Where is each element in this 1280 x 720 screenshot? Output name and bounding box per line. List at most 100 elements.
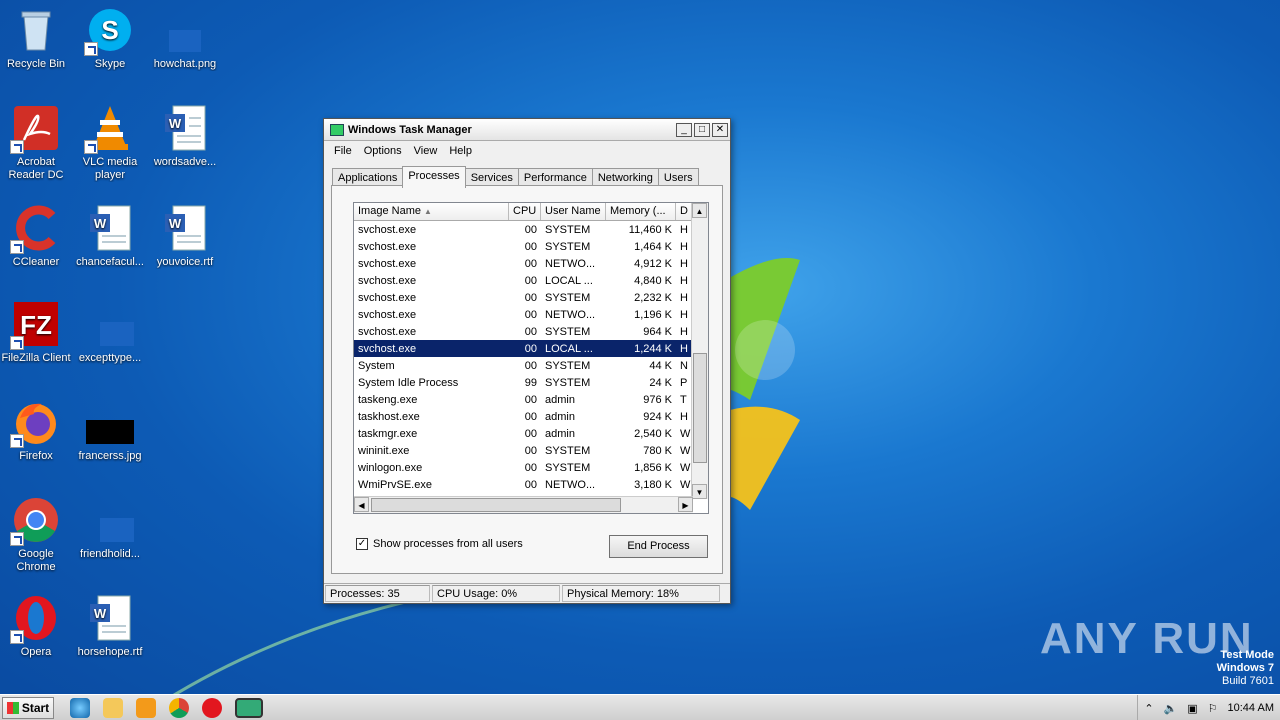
test-mode-watermark: Test Mode Windows 7 Build 7601 bbox=[1217, 649, 1274, 688]
clock[interactable]: 10:44 AM bbox=[1228, 702, 1274, 714]
menu-options[interactable]: Options bbox=[358, 145, 408, 157]
desktop-icon-chrome[interactable]: Google Chrome bbox=[0, 496, 72, 574]
desktop-icon-wordsadve[interactable]: W wordsadve... bbox=[149, 104, 221, 169]
table-row[interactable]: svchost.exe 00 SYSTEM 2,232 KH bbox=[354, 289, 693, 306]
word-document-icon: W bbox=[86, 594, 134, 642]
desktop-icon-firefox[interactable]: Firefox bbox=[0, 398, 72, 463]
menu-help[interactable]: Help bbox=[443, 145, 478, 157]
table-row[interactable]: svchost.exe 00 SYSTEM 1,464 KH bbox=[354, 238, 693, 255]
status-bar: Processes: 35 CPU Usage: 0% Physical Mem… bbox=[324, 583, 730, 603]
desktop-icon-filezilla[interactable]: FZ FileZilla Client bbox=[0, 300, 72, 365]
horizontal-scrollbar[interactable]: ◀ ▶ bbox=[354, 496, 693, 513]
desktop-icon-recycle-bin[interactable]: Recycle Bin bbox=[0, 6, 72, 71]
cell-cpu: 00 bbox=[524, 325, 537, 338]
cell-user: SYSTEM bbox=[545, 291, 591, 304]
desktop-icon-opera[interactable]: Opera bbox=[0, 594, 72, 659]
table-row[interactable]: svchost.exe 00 SYSTEM 964 KH bbox=[354, 323, 693, 340]
column-cpu[interactable]: CPU bbox=[509, 203, 541, 220]
svg-text:FZ: FZ bbox=[20, 310, 52, 340]
cell-cpu: 00 bbox=[524, 274, 537, 287]
cell-name: svchost.exe bbox=[358, 223, 417, 236]
scroll-down-icon[interactable]: ▼ bbox=[692, 484, 707, 499]
table-row[interactable]: taskmgr.exe 00 admin 2,540 KW bbox=[354, 425, 693, 442]
table-row[interactable]: taskeng.exe 00 admin 976 KT bbox=[354, 391, 693, 408]
start-button[interactable]: Start bbox=[2, 696, 54, 719]
taskbar: Start ⌃ 🔈 ▣ ⚐ 10:44 AM bbox=[0, 694, 1280, 720]
tab-processes[interactable]: Processes bbox=[402, 166, 466, 188]
desktop-icon-youvoice[interactable]: W youvoice.rtf bbox=[149, 204, 221, 269]
desktop-icon-vlc[interactable]: VLC media player bbox=[74, 104, 146, 182]
menu-file[interactable]: File bbox=[328, 145, 358, 157]
maximize-button[interactable]: □ bbox=[694, 122, 710, 137]
vertical-scrollbar[interactable]: ▲ ▼ bbox=[691, 203, 708, 499]
task-manager-taskbar-icon[interactable] bbox=[235, 697, 263, 718]
desktop-icon-howchat[interactable]: howchat.png bbox=[149, 6, 221, 71]
internet-explorer-icon[interactable] bbox=[70, 697, 90, 718]
shortcut-arrow-icon bbox=[10, 532, 24, 546]
scroll-right-icon[interactable]: ▶ bbox=[678, 497, 693, 512]
show-all-users-checkbox[interactable]: ✓ Show processes from all users bbox=[356, 538, 523, 550]
desktop-icon-horsehope[interactable]: W horsehope.rtf bbox=[74, 594, 146, 659]
end-process-button[interactable]: End Process bbox=[609, 535, 708, 558]
cell-user: admin bbox=[545, 427, 575, 440]
media-player-icon[interactable] bbox=[136, 697, 156, 718]
checkbox-checked-icon[interactable]: ✓ bbox=[356, 538, 368, 550]
network-icon[interactable]: ▣ bbox=[1187, 702, 1197, 715]
column-memory[interactable]: Memory (... bbox=[606, 203, 676, 220]
table-row[interactable]: svchost.exe 00 NETWO... 1,196 KH bbox=[354, 306, 693, 323]
cell-mem: 976 K bbox=[643, 393, 672, 406]
cell-cpu: 00 bbox=[524, 240, 537, 253]
cell-name: svchost.exe bbox=[358, 342, 417, 355]
vertical-scroll-thumb[interactable] bbox=[693, 353, 707, 463]
table-row[interactable]: svchost.exe 00 LOCAL ... 1,244 KH bbox=[354, 340, 693, 357]
desktop-icon-francerss[interactable]: francerss.jpg bbox=[74, 398, 146, 463]
cell-name: System bbox=[358, 359, 395, 372]
acrobat-icon bbox=[10, 104, 60, 154]
svg-text:W: W bbox=[169, 216, 182, 231]
desktop-icon-friendholid[interactable]: friendholid... bbox=[74, 496, 146, 561]
column-image-name[interactable]: Image Name ▲ bbox=[354, 203, 509, 220]
process-list[interactable]: Image Name ▲ CPU User Name Memory (... D… bbox=[353, 202, 709, 514]
table-row[interactable]: winlogon.exe 00 SYSTEM 1,856 KW bbox=[354, 459, 693, 476]
cell-user: admin bbox=[545, 410, 575, 423]
close-button[interactable]: ✕ bbox=[712, 122, 728, 137]
shortcut-arrow-icon bbox=[84, 140, 98, 154]
table-row[interactable]: WmiPrvSE.exe 00 NETWO... 3,180 KW bbox=[354, 476, 693, 493]
opera-taskbar-icon[interactable] bbox=[202, 697, 222, 718]
desktop-icon-acrobat[interactable]: Acrobat Reader DC bbox=[0, 104, 72, 182]
cell-user: LOCAL ... bbox=[545, 342, 593, 355]
table-row[interactable]: System 00 SYSTEM 44 KN bbox=[354, 357, 693, 374]
desktop-icon-ccleaner[interactable]: CCleaner bbox=[0, 204, 72, 269]
cell-mem: 2,232 K bbox=[634, 291, 672, 304]
table-row[interactable]: svchost.exe 00 LOCAL ... 4,840 KH bbox=[354, 272, 693, 289]
table-row[interactable]: wininit.exe 00 SYSTEM 780 KW bbox=[354, 442, 693, 459]
desktop-icon-skype[interactable]: S Skype bbox=[74, 6, 146, 71]
minimize-button[interactable]: _ bbox=[676, 122, 692, 137]
desktop-icon-excepttype[interactable]: excepttype... bbox=[74, 300, 146, 365]
table-row[interactable]: taskhost.exe 00 admin 924 KH bbox=[354, 408, 693, 425]
table-row[interactable]: System Idle Process 99 SYSTEM 24 KP bbox=[354, 374, 693, 391]
action-center-flag-icon[interactable]: ⚐ bbox=[1208, 702, 1218, 715]
horizontal-scroll-thumb[interactable] bbox=[371, 498, 621, 512]
cell-name: taskhost.exe bbox=[358, 410, 420, 423]
cell-mem: 44 K bbox=[649, 359, 672, 372]
table-row[interactable]: svchost.exe 00 NETWO... 4,912 KH bbox=[354, 255, 693, 272]
menu-view[interactable]: View bbox=[408, 145, 444, 157]
scroll-up-icon[interactable]: ▲ bbox=[692, 203, 707, 218]
shortcut-arrow-icon bbox=[10, 140, 24, 154]
show-hidden-icons-icon[interactable]: ⌃ bbox=[1144, 702, 1153, 715]
column-user-name[interactable]: User Name bbox=[541, 203, 606, 220]
cell-cpu: 00 bbox=[524, 393, 537, 406]
desktop-icon-chancefacul[interactable]: W chancefacul... bbox=[74, 204, 146, 269]
skype-icon: S bbox=[84, 6, 134, 56]
scroll-left-icon[interactable]: ◀ bbox=[354, 497, 369, 512]
cell-name: svchost.exe bbox=[358, 325, 417, 338]
cell-mem: 1,856 K bbox=[634, 461, 672, 474]
cell-name: svchost.exe bbox=[358, 308, 417, 321]
image-file-icon bbox=[86, 398, 134, 446]
file-explorer-icon[interactable] bbox=[103, 697, 123, 718]
title-bar[interactable]: Windows Task Manager _ □ ✕ bbox=[324, 119, 730, 141]
volume-icon[interactable]: 🔈 bbox=[1164, 702, 1178, 715]
chrome-taskbar-icon[interactable] bbox=[169, 697, 189, 718]
table-row[interactable]: svchost.exe 00 SYSTEM 11,460 KH bbox=[354, 221, 693, 238]
